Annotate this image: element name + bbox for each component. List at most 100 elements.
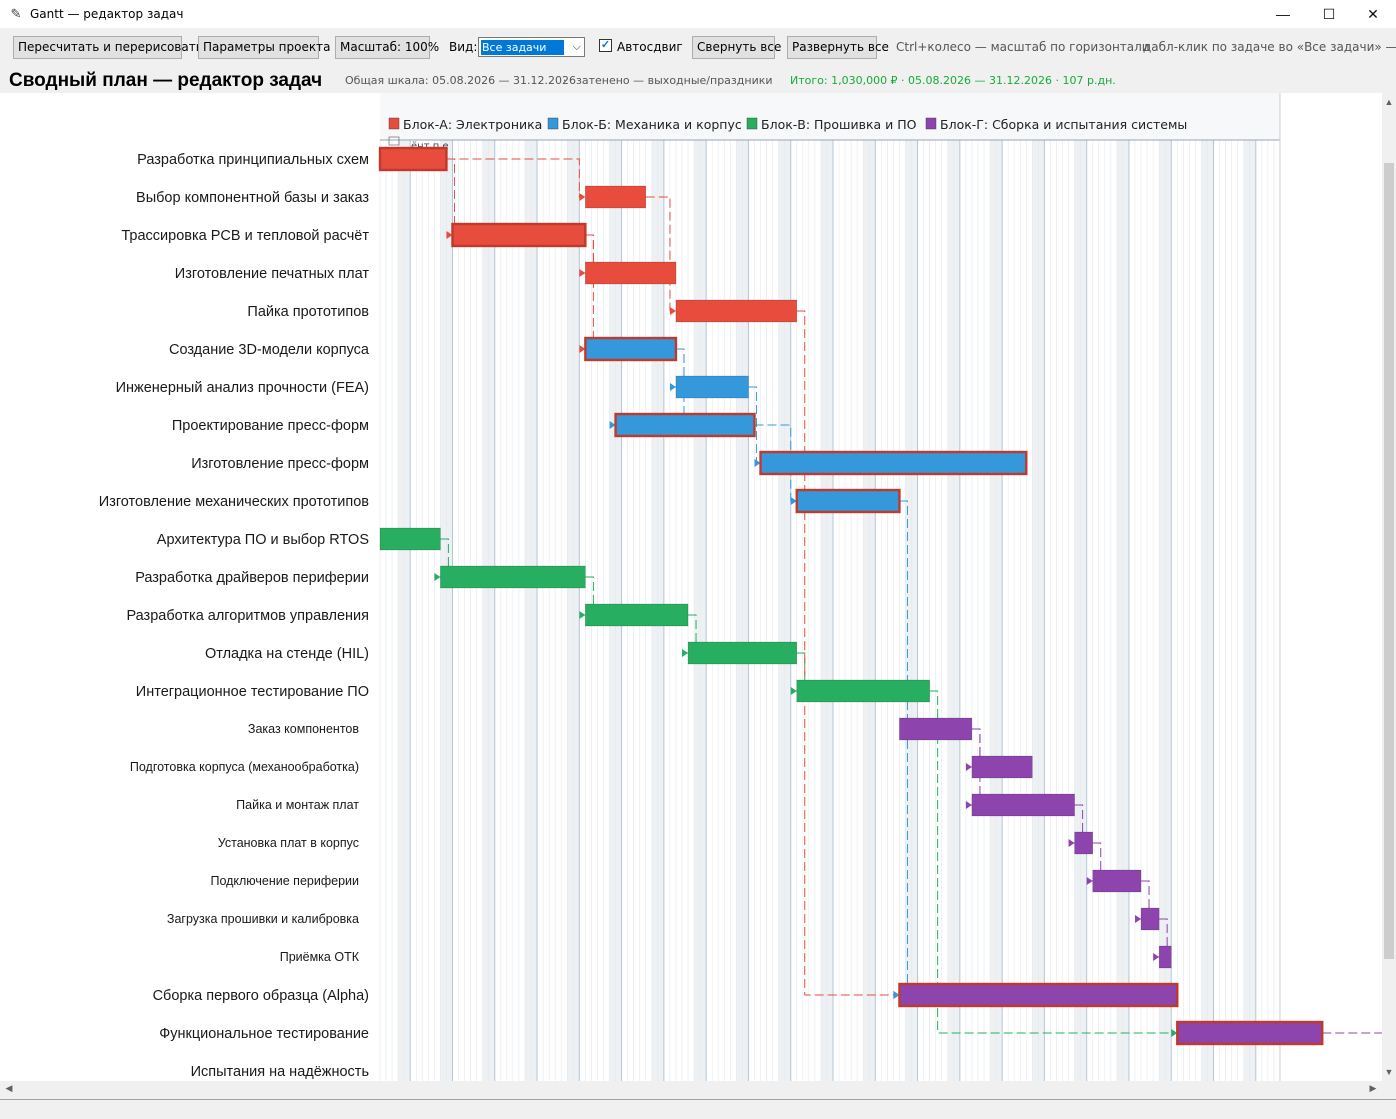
vertical-scroll-thumb[interactable] (1384, 163, 1394, 959)
separator-dot: · (563, 74, 567, 87)
weekend-shade (1032, 140, 1039, 1081)
scale-info: Общая шкала: 05.08.2026 — 31.12.2026 (345, 74, 577, 87)
task-label: Изготовление печатных плат (175, 266, 370, 282)
weekend-shade (1201, 140, 1208, 1081)
weekend-shade (700, 140, 707, 1081)
close-button[interactable]: ✕ (1350, 0, 1396, 28)
task-label: Разработка принципиальных схем (137, 152, 369, 168)
vertical-scrollbar[interactable]: ▲ ▼ (1382, 93, 1396, 1081)
weekend-shade (1159, 140, 1166, 1081)
weekend-shade (905, 140, 912, 1081)
weekend-shade (398, 140, 405, 1081)
task-label: Загрузка прошивки и калибровка (167, 912, 359, 926)
task-label: Испытания на надёжность (191, 1064, 369, 1080)
chevron-down-icon: ⌵ (572, 41, 581, 53)
minimize-button[interactable]: — (1260, 0, 1306, 28)
task-label: Интеграционное тестирование ПО (136, 684, 369, 700)
weekend-shade (1207, 140, 1214, 1081)
weekend-shade (820, 140, 827, 1081)
legend-label: Блок-В: Прошивка и ПО (761, 117, 917, 132)
task-label: Пайка и монтаж плат (236, 798, 359, 812)
weekend-shade (1122, 140, 1129, 1081)
scale-button[interactable]: Масштаб: 100% (335, 36, 439, 59)
toolbar: Пересчитать и перерисовать Параметры про… (0, 28, 1396, 64)
weekend-shade (953, 140, 960, 1081)
dependency-arrowhead (669, 383, 676, 391)
zoom-hint: Ctrl+колесо — масштаб по горизонтали (896, 40, 1150, 54)
dependency-arrowhead (1153, 953, 1160, 961)
gantt-chart-svg[interactable]: Блок-А: Электроника Блок-Б: Механика и ко… (0, 93, 1382, 1081)
weekend-shade (1074, 140, 1081, 1081)
maximize-button[interactable]: ☐ (1306, 0, 1352, 28)
dependency-arrow (582, 234, 594, 350)
task-label: Выбор компонентной базы и заказ (136, 190, 369, 206)
dependency-arrowhead (965, 801, 972, 809)
task-bar (378, 146, 448, 172)
weekend-shade (869, 140, 876, 1081)
task-bar (585, 261, 677, 285)
expand-all-button[interactable]: Развернуть все (787, 36, 889, 59)
app-feather-icon: ✎ (10, 6, 22, 21)
weekend-shade (1038, 140, 1045, 1081)
task-bar (796, 679, 930, 703)
task-label: Разработка алгоритмов управления (126, 608, 369, 624)
task-bar (1140, 907, 1160, 931)
task-bar (675, 375, 749, 399)
autoshift-checkbox[interactable]: ✓ (599, 39, 612, 52)
weekend-shade (446, 140, 453, 1081)
dependency-arrowhead (682, 649, 689, 657)
weekend-shade (482, 140, 489, 1081)
project-params-button[interactable]: Параметры проекта (198, 36, 330, 59)
window-titlebar: ✎ Gantt — редактор задач — ☐ ✕ (0, 0, 1396, 28)
scroll-left-icon[interactable]: ◀ (2, 1081, 16, 1095)
weekend-shade (404, 140, 411, 1081)
weekend-shade (488, 140, 495, 1081)
autoshift-label: Автосдвиг (617, 40, 683, 54)
task-bar (585, 603, 689, 627)
recalculate-button[interactable]: Пересчитать и перерисовать (13, 36, 203, 59)
scroll-right-icon[interactable]: ▶ (1366, 1081, 1380, 1095)
task-label: Подключение периферии (210, 874, 359, 888)
dependency-arrowhead (965, 763, 972, 771)
legend-label: Блок-Г: Сборка и испытания системы (940, 117, 1187, 132)
dependency-arrowhead (579, 611, 586, 619)
task-label: Архитектура ПО и выбор RTOS (157, 532, 369, 548)
weekend-shade (531, 140, 538, 1081)
dependency-arrowhead (790, 687, 797, 695)
legend-swatch (547, 117, 559, 130)
dependency-arrowhead (1068, 839, 1075, 847)
dependency-arrowhead (579, 269, 586, 277)
dependency-arrow (929, 690, 1175, 1034)
scroll-down-icon[interactable]: ▼ (1382, 1065, 1396, 1079)
task-bar (1158, 945, 1172, 969)
task-bar (614, 412, 756, 438)
task-label: Изготовление пресс-форм (191, 456, 369, 472)
view-select[interactable]: Все задачи ⌵ (478, 37, 585, 57)
legend-swatch (925, 117, 937, 130)
dependency-arrowhead (1135, 915, 1142, 923)
task-bar (675, 299, 798, 323)
task-bar (899, 717, 973, 741)
horizontal-scrollbar[interactable]: ◀ ▶ (0, 1081, 1382, 1095)
task-bar (971, 793, 1075, 817)
task-label: Функциональное тестирование (159, 1026, 369, 1042)
scroll-corner (1382, 1081, 1396, 1095)
view-label: Вид: (449, 40, 478, 54)
task-bar (440, 565, 586, 589)
weekend-shade (1116, 140, 1123, 1081)
collapse-all-button[interactable]: Свернуть все (692, 36, 781, 59)
task-label: Сборка первого образца (Alpha) (153, 988, 369, 1004)
dependency-arrowhead (1086, 877, 1093, 885)
dependency-arrowhead (579, 193, 586, 201)
task-label: Пайка прототипов (247, 304, 369, 320)
weekend-shade (911, 140, 918, 1081)
weekend-shade (863, 140, 870, 1081)
task-label: Изготовление механических прототипов (99, 494, 370, 510)
gantt-canvas[interactable]: Блок-А: Электроника Блок-Б: Механика и ко… (0, 93, 1382, 1081)
weekend-shade (1165, 140, 1172, 1081)
weekend-shade (1080, 140, 1087, 1081)
window-title: Gantt — редактор задач (30, 7, 184, 21)
scroll-up-icon[interactable]: ▲ (1382, 95, 1396, 109)
legend-label: Блок-А: Электроника (403, 117, 542, 132)
dblclick-hint: дабл-клик по задаче во «Все задачи» — св… (1143, 40, 1396, 54)
